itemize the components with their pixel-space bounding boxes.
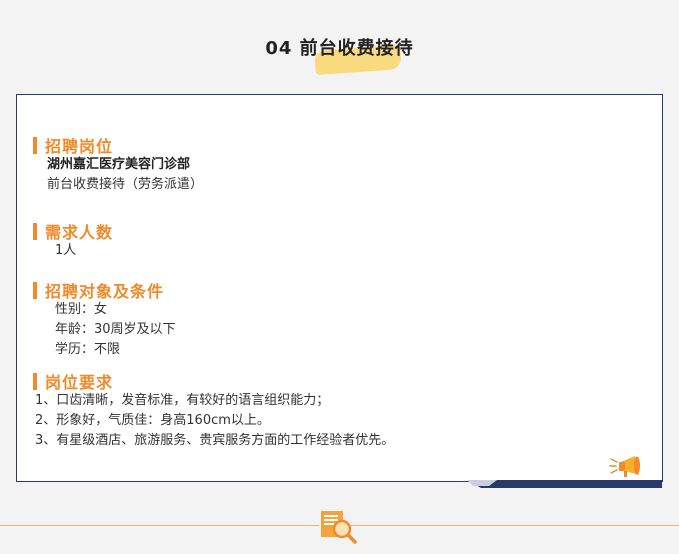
section-title: 岗位要求 [45, 373, 114, 392]
page-title: 04 前台收费接待 [0, 34, 679, 75]
section-head: 岗位要求 [33, 371, 394, 392]
section-position: 招聘岗位 湖州嘉汇医疗美容门诊部 前台收费接待（劳务派遣） [33, 135, 203, 195]
requirement-item: 1、口齿清晰，发音标准，有较好的语言组织能力； [35, 393, 330, 408]
megaphone-icon [609, 456, 640, 477]
section-title: 招聘对象及条件 [45, 282, 165, 301]
section-conditions: 招聘对象及条件 性别：女 年龄：30周岁及以下 学历：不限 [33, 280, 176, 360]
requirement-item: 2、形象好，气质佳：身高160cm以上。 [35, 413, 270, 428]
section-head: 招聘岗位 [33, 135, 203, 156]
section-bar [33, 136, 37, 154]
section-headcount: 需求人数 1人 [33, 221, 113, 261]
section-title: 招聘岗位 [45, 137, 114, 156]
section-head: 招聘对象及条件 [33, 280, 176, 301]
section-title: 需求人数 [45, 223, 114, 242]
title-wrap: 04 前台收费接待 [259, 34, 419, 75]
card-corner-decoration [467, 480, 662, 488]
section-bar [33, 372, 37, 390]
position-name: 前台收费接待（劳务派遣） [47, 177, 204, 192]
section-head: 需求人数 [33, 221, 114, 242]
condition-gender: 性别：女 [55, 302, 108, 317]
company-name: 湖州嘉汇医疗美容门诊部 [47, 157, 191, 172]
section-bar [33, 281, 37, 299]
job-card: 招聘岗位 湖州嘉汇医疗美容门诊部 前台收费接待（劳务派遣） 需求人数 1人 招聘… [16, 94, 663, 482]
section-bar [33, 222, 37, 240]
section-requirements: 岗位要求 1、口齿清晰，发音标准，有较好的语言组织能力； 2、形象好，气质佳：身… [33, 371, 394, 451]
condition-education: 学历：不限 [55, 342, 121, 357]
condition-age: 年龄：30周岁及以下 [55, 322, 176, 337]
document-search-icon [319, 509, 357, 544]
page-title-text: 04 前台收费接待 [265, 38, 414, 59]
headcount-value: 1人 [55, 243, 77, 258]
requirement-item: 3、有星级酒店、旅游服务、贵宾服务方面的工作经验者优先。 [35, 433, 395, 448]
